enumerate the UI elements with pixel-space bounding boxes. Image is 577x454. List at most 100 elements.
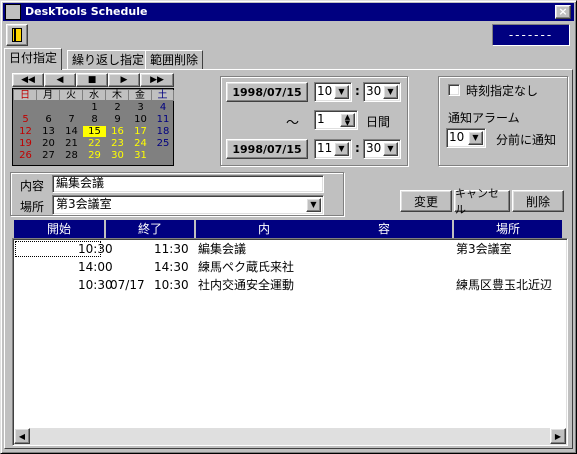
col-content[interactable]: 内 容 — [196, 220, 452, 238]
calendar-weekday: 金 — [129, 90, 152, 101]
calendar-day[interactable]: 19 — [14, 138, 37, 149]
table-row[interactable]: 14:00 14:30 練馬ペク蔵氏来社 — [14, 258, 562, 276]
calendar-day[interactable]: 3 — [129, 102, 152, 113]
calendar-day[interactable]: 10 — [129, 114, 152, 125]
start-minute-select[interactable]: 30 ▼ — [363, 82, 401, 102]
calendar-day[interactable]: 11 — [152, 114, 174, 125]
chevron-down-icon[interactable]: ▼ — [468, 131, 483, 145]
calendar-day[interactable]: 22 — [83, 138, 106, 149]
next-year-button[interactable]: ▶▶ — [140, 73, 174, 87]
cell-content: 社内交通安全運動 — [198, 278, 295, 292]
cell-place: 練馬区豊玉北近辺 — [456, 278, 553, 292]
chevron-down-icon[interactable]: ▼ — [334, 85, 349, 99]
calendar-day[interactable]: 4 — [152, 102, 174, 113]
calendar-day[interactable]: 2 — [106, 102, 129, 113]
start-date[interactable]: 1998/07/15 — [226, 82, 308, 102]
no-time-checkbox[interactable] — [448, 84, 460, 96]
delete-button[interactable]: 削除 — [512, 190, 564, 212]
calendar-day[interactable]: 17 — [129, 126, 152, 137]
chevron-down-icon[interactable]: ▼ — [334, 142, 349, 156]
calendar-day — [14, 102, 37, 113]
calendar-day[interactable]: 15 — [83, 126, 106, 137]
end-minute-select[interactable]: 30 ▼ — [363, 139, 401, 159]
chevron-down-icon[interactable]: ▼ — [383, 142, 398, 156]
tab-repeat[interactable]: 繰り返し指定 — [67, 50, 150, 70]
calendar-day — [152, 150, 174, 161]
book-icon — [12, 28, 22, 42]
title-bar[interactable]: DeskTools Schedule × — [3, 3, 574, 21]
col-end[interactable]: 終了 — [106, 220, 194, 238]
calendar-day[interactable]: 26 — [14, 150, 37, 161]
tab-date[interactable]: 日付指定 — [4, 48, 63, 70]
window-title: DeskTools Schedule — [25, 5, 148, 18]
cell-end-date: 07/17 — [110, 278, 145, 292]
content-label: 内容 — [20, 179, 45, 193]
calendar-day — [60, 102, 83, 113]
calendar-day — [37, 102, 60, 113]
no-time-label: 時刻指定なし — [466, 84, 539, 98]
calendar-day[interactable]: 6 — [37, 114, 60, 125]
book-tool-button[interactable] — [6, 24, 28, 46]
tab-range-delete[interactable]: 範囲削除 — [145, 50, 204, 70]
calendar-day[interactable]: 29 — [83, 150, 106, 161]
calendar-weekday: 水 — [83, 90, 106, 101]
calendar-day[interactable]: 16 — [106, 126, 129, 137]
calendar-weekday: 日 — [14, 90, 37, 101]
next-month-button[interactable]: ▶ — [108, 73, 140, 87]
calendar-day[interactable]: 13 — [37, 126, 60, 137]
table-row[interactable]: 10:30 11:30 編集会議 第3会議室 — [14, 240, 562, 258]
range-tilde: ～ — [286, 116, 300, 131]
calendar-day[interactable]: 12 — [14, 126, 37, 137]
calendar-day[interactable]: 21 — [60, 138, 83, 149]
calendar-day[interactable]: 25 — [152, 138, 174, 149]
calendar-day[interactable]: 5 — [14, 114, 37, 125]
calendar-day[interactable]: 20 — [37, 138, 60, 149]
today-button[interactable]: ■ — [76, 73, 108, 87]
calendar-day[interactable]: 7 — [60, 114, 83, 125]
calendar-day[interactable]: 8 — [83, 114, 106, 125]
change-button[interactable]: 変更 — [400, 190, 452, 212]
calendar-day[interactable]: 30 — [106, 150, 129, 161]
days-stepper[interactable]: 1 ▲ ▼ — [314, 110, 358, 130]
chevron-down-icon[interactable]: ▼ — [383, 85, 398, 99]
cell-content: 練馬ペク蔵氏来社 — [198, 260, 295, 274]
start-hour-select[interactable]: 10 ▼ — [314, 82, 352, 102]
cancel-button[interactable]: キャンセル — [454, 187, 510, 216]
scroll-right-button[interactable]: ▶ — [550, 428, 566, 444]
alarm-suffix: 分前に通知 — [496, 133, 557, 147]
horizontal-scrollbar[interactable] — [14, 428, 566, 444]
calendar-day[interactable]: 24 — [129, 138, 152, 149]
cell-content: 編集会議 — [198, 242, 247, 256]
cell-end: 14:30 — [154, 260, 189, 274]
status-display: ------- — [492, 24, 570, 46]
stepper-arrows-icon[interactable]: ▲ ▼ — [340, 113, 355, 127]
chevron-down-icon[interactable]: ▼ — [306, 198, 321, 212]
time-colon: : — [355, 141, 360, 155]
cell-start: 10:30 — [78, 242, 113, 256]
calendar-day[interactable]: 23 — [106, 138, 129, 149]
calendar-day[interactable]: 14 — [60, 126, 83, 137]
table-row[interactable]: 10:30 07/17 10:30 社内交通安全運動 練馬区豊玉北近辺 — [14, 276, 562, 294]
calendar-day[interactable]: 28 — [60, 150, 83, 161]
end-date[interactable]: 1998/07/15 — [226, 139, 308, 159]
calendar-day[interactable]: 27 — [37, 150, 60, 161]
end-hour-select[interactable]: 11 ▼ — [314, 139, 352, 159]
calendar-weekday: 土 — [152, 90, 174, 101]
calendar-day[interactable]: 18 — [152, 126, 174, 137]
prev-month-button[interactable]: ◀ — [44, 73, 76, 87]
calendar-weekday: 木 — [106, 90, 129, 101]
place-label: 場所 — [20, 200, 45, 214]
close-button[interactable]: × — [555, 5, 571, 19]
place-select[interactable]: 第3会議室 ▼ — [52, 195, 324, 215]
calendar-day[interactable]: 31 — [129, 150, 152, 161]
col-start[interactable]: 開始 — [14, 220, 104, 238]
alarm-minutes-select[interactable]: 10 ▼ — [446, 128, 486, 148]
content-input[interactable]: 編集会議 — [52, 175, 324, 193]
col-place[interactable]: 場所 — [454, 220, 562, 238]
cell-start: 14:00 — [78, 260, 113, 274]
scroll-left-button[interactable]: ◀ — [14, 428, 30, 444]
calendar-day[interactable]: 9 — [106, 114, 129, 125]
prev-year-button[interactable]: ◀◀ — [12, 73, 44, 87]
calendar: 日月火水木金土 1 2 3 4 5 6 7 8 9 10 11 12 13 14 15 16 17 18 19 20 21… — [12, 88, 174, 166]
calendar-day[interactable]: 1 — [83, 102, 106, 113]
